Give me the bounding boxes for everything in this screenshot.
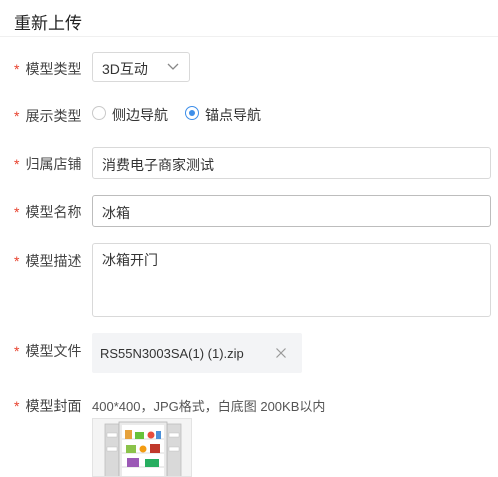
model-type-value: 3D互动 [102,61,148,77]
chevron-down-icon [167,63,179,70]
model-name-value: 冰箱 [102,205,130,221]
radio-button-checked[interactable] [185,106,199,120]
cover-hint: 400*400，JPG格式，白底图 200KB以内 [92,399,326,414]
required-mark: * [14,398,20,414]
required-mark: * [14,108,20,124]
radio-side-nav-label: 侧边导航 [112,107,168,123]
store-label: * 归属店铺 [14,156,82,172]
file-name: RS55N3003SA(1) (1).zip [100,346,244,361]
refrigerator-image [93,419,191,476]
model-cover-label: * 模型封面 [14,398,82,414]
model-desc-value: 冰箱开门 [102,252,158,268]
required-mark: * [14,156,20,172]
display-type-label: * 展示类型 [14,108,82,124]
uploaded-file-chip: RS55N3003SA(1) (1).zip [92,333,302,373]
title-divider [0,36,498,37]
required-mark: * [14,253,20,269]
model-desc-textarea[interactable]: 冰箱开门 [92,243,491,317]
store-value: 消费电子商家测试 [102,157,214,173]
dialog-title: 重新上传 [14,14,82,33]
required-mark: * [14,61,20,77]
cover-thumbnail[interactable] [92,418,192,477]
upload-dialog: 重新上传 * 模型类型 3D互动 * 展示类型 侧边导航 锚点导航 * 归属店铺 消费… [0,0,498,477]
model-name-label: * 模型名称 [14,204,82,220]
radio-anchor-nav-label: 锚点导航 [205,107,261,123]
radio-button-unchecked[interactable] [92,106,106,120]
required-mark: * [14,343,20,359]
model-type-label: * 模型类型 [14,61,82,77]
model-file-label: * 模型文件 [14,343,82,359]
model-desc-label: * 模型描述 [14,253,82,269]
model-name-input[interactable]: 冰箱 [92,195,491,227]
required-mark: * [14,204,20,220]
close-icon[interactable] [275,347,287,359]
store-input[interactable]: 消费电子商家测试 [92,147,491,179]
model-type-select[interactable]: 3D互动 [92,52,190,82]
